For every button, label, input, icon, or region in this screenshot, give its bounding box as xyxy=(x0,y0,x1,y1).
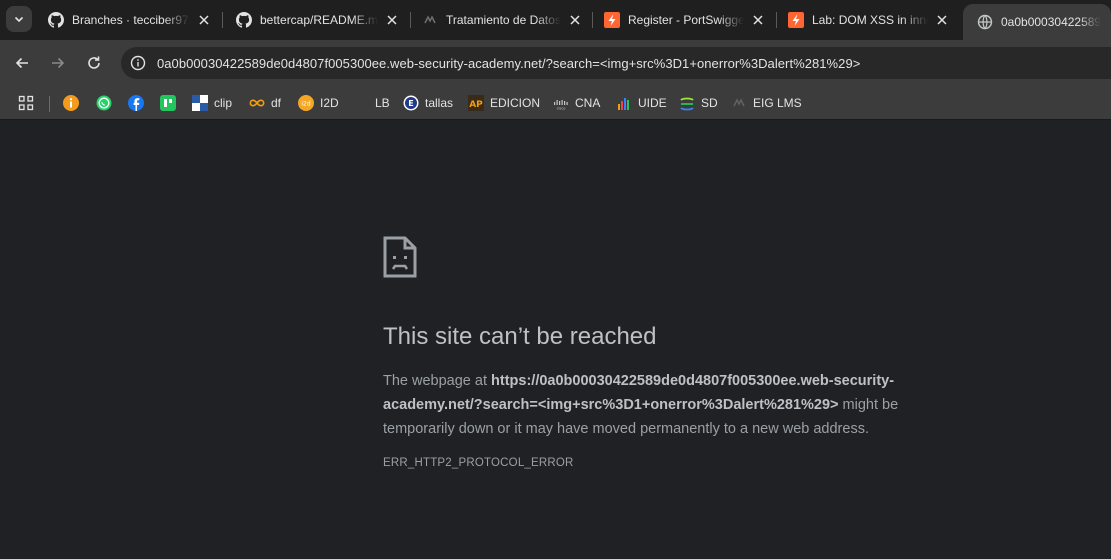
bookmarks-divider xyxy=(49,96,50,112)
bookmark-edicion[interactable]: AP EDICION xyxy=(468,92,540,114)
apps-grid-icon xyxy=(18,95,34,111)
cisco-icon: cisco xyxy=(553,95,569,111)
infinity-icon xyxy=(249,95,265,111)
close-icon[interactable] xyxy=(384,12,400,28)
svg-text:E: E xyxy=(408,99,413,108)
reload-icon xyxy=(88,56,100,69)
browser-toolbar: 0a0b00030422589de0d4807f005300ee.web-sec… xyxy=(0,40,1111,86)
error-code: ERR_HTTP2_PROTOCOL_ERROR xyxy=(383,457,574,469)
bookmark-df[interactable]: df xyxy=(249,92,281,114)
error-description: The webpage at https://0a0b00030422589de… xyxy=(383,369,943,441)
bookmark-lb[interactable]: LB xyxy=(353,92,390,114)
bookmark-label: SD xyxy=(701,96,718,110)
tab-strip: Branches · tecciber97/ bettercap/README.… xyxy=(0,0,1111,40)
bookmark-facebook[interactable] xyxy=(128,92,144,114)
back-button[interactable] xyxy=(10,51,34,75)
bookmark-label: EDICION xyxy=(490,96,541,110)
bookmark-clip[interactable]: clip xyxy=(192,92,232,114)
bookmark-green-app[interactable] xyxy=(160,92,176,114)
close-icon[interactable] xyxy=(567,12,583,28)
sad-document-icon xyxy=(383,236,417,278)
bookmark-tallas[interactable]: E tallas xyxy=(403,92,453,114)
info-circle-icon xyxy=(130,55,146,71)
bookmark-cna[interactable]: cisco CNA xyxy=(553,92,600,114)
error-desc-prefix: The webpage at xyxy=(383,373,492,389)
tallas-icon: E xyxy=(403,95,419,111)
svg-text:AP: AP xyxy=(469,100,483,110)
blank-icon xyxy=(353,95,369,111)
bookmark-label: tallas xyxy=(425,96,454,110)
uide-icon xyxy=(616,95,632,111)
forward-button[interactable] xyxy=(46,51,70,75)
tab-lab-dom-xss[interactable]: Lab: DOM XSS in inner xyxy=(774,0,960,40)
bookmark-label: EIG LMS xyxy=(753,96,802,110)
tab-search-button[interactable] xyxy=(6,6,32,32)
bookmark-label: LB xyxy=(375,96,390,110)
bookmark-eig-lms[interactable]: EIG LMS xyxy=(731,92,802,114)
arrow-right-icon xyxy=(52,57,65,69)
tab-active-error[interactable]: 0a0b00030422589de0 xyxy=(963,4,1111,40)
chevron-down-icon xyxy=(14,16,24,23)
svg-text:i2d: i2d xyxy=(301,101,310,108)
github-icon xyxy=(48,12,64,28)
arrow-left-icon xyxy=(15,57,28,69)
green-app-icon xyxy=(160,95,176,111)
bookmark-label: I2D xyxy=(320,96,339,110)
bookmark-label: df xyxy=(271,96,282,110)
dark-logo-icon xyxy=(422,12,438,28)
tab-title: bettercap/README.md xyxy=(260,13,378,27)
portswigger-icon xyxy=(604,12,620,28)
address-bar[interactable]: 0a0b00030422589de0d4807f005300ee.web-sec… xyxy=(121,47,1111,79)
bookmarks-bar: clip df i2d I2D LB E tallas AP EDICION c… xyxy=(0,86,1111,120)
info-icon xyxy=(63,95,79,111)
tab-register-portswigger[interactable]: Register - PortSwigger xyxy=(590,0,776,40)
i2d-icon: i2d xyxy=(298,95,314,111)
tab-title: Branches · tecciber97/ xyxy=(72,13,190,27)
tab-bettercap-readme[interactable]: bettercap/README.md xyxy=(222,0,410,40)
tab-title: Lab: DOM XSS in inner xyxy=(812,13,928,27)
sd-icon xyxy=(679,95,695,111)
site-info-button[interactable] xyxy=(126,51,150,75)
portswigger-icon xyxy=(788,12,804,28)
whatsapp-icon xyxy=(96,95,112,111)
apps-button[interactable] xyxy=(18,92,34,114)
tab-title: 0a0b00030422589de0 xyxy=(1001,15,1101,29)
bookmark-label: UIDE xyxy=(638,96,667,110)
url-text[interactable]: 0a0b00030422589de0d4807f005300ee.web-sec… xyxy=(157,56,860,71)
tab-tratamiento-datos[interactable]: Tratamiento de Datos xyxy=(408,0,593,40)
ap-icon: AP xyxy=(468,95,484,111)
facebook-icon xyxy=(128,95,144,111)
tab-branches[interactable]: Branches · tecciber97/ xyxy=(34,0,222,40)
close-icon[interactable] xyxy=(750,12,766,28)
close-icon[interactable] xyxy=(934,12,950,28)
reload-button[interactable] xyxy=(82,51,106,75)
close-icon[interactable] xyxy=(196,12,212,28)
bookmark-label: CNA xyxy=(575,96,601,110)
tab-title: Tratamiento de Datos xyxy=(446,13,561,27)
tab-title: Register - PortSwigger xyxy=(628,13,744,27)
page-content: This site can’t be reached The webpage a… xyxy=(0,121,1111,559)
clip-icon xyxy=(192,95,208,111)
bookmark-sd[interactable]: SD xyxy=(679,92,718,114)
svg-text:cisco: cisco xyxy=(557,107,566,111)
eig-icon xyxy=(731,95,747,111)
bookmark-info[interactable] xyxy=(63,92,79,114)
bookmark-i2d[interactable]: i2d I2D xyxy=(298,92,339,114)
bookmark-uide[interactable]: UIDE xyxy=(616,92,667,114)
error-title: This site can’t be reached xyxy=(383,323,657,350)
github-icon xyxy=(236,12,252,28)
bookmark-label: clip xyxy=(214,96,233,110)
bookmark-whatsapp[interactable] xyxy=(96,92,112,114)
globe-icon xyxy=(977,14,993,30)
